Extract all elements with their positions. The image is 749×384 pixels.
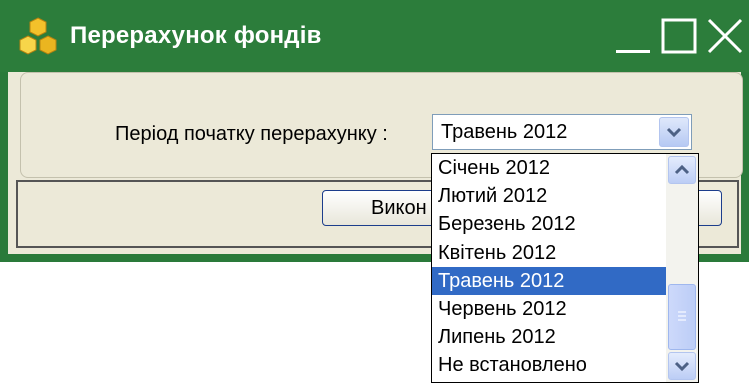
combo-selected-value: Травень 2012 (441, 121, 568, 143)
list-item[interactable]: Червень 2012 (432, 295, 666, 323)
list-item[interactable]: Не встановлено (432, 351, 666, 379)
chevron-up-icon (674, 164, 690, 175)
list-item[interactable]: Березень 2012 (432, 210, 666, 238)
dropdown-items: Січень 2012 Лютий 2012 Березень 2012 Кві… (432, 154, 666, 380)
scroll-down-button[interactable] (668, 352, 696, 380)
dropdown-scrollbar[interactable] (666, 154, 698, 382)
scroll-thumb[interactable] (668, 284, 696, 350)
list-item[interactable]: Січень 2012 (432, 154, 666, 182)
maximize-icon[interactable] (658, 14, 700, 58)
period-combobox[interactable]: Травень 2012 (432, 114, 692, 150)
honeycomb-icon (19, 17, 57, 55)
list-item-selected[interactable]: Травень 2012 (432, 266, 666, 295)
window-title: Перерахунок фондів (70, 22, 322, 49)
chevron-down-icon (666, 127, 682, 138)
chevron-down-icon (674, 361, 690, 372)
scroll-up-button[interactable] (668, 156, 696, 184)
list-item[interactable]: Квітень 2012 (432, 239, 666, 267)
period-dropdown-list[interactable]: Січень 2012 Лютий 2012 Березень 2012 Кві… (431, 153, 699, 383)
list-item[interactable]: Лютий 2012 (432, 182, 666, 210)
title-bar[interactable]: Перерахунок фондів (0, 0, 749, 72)
grip-icon (678, 311, 686, 321)
minimize-icon[interactable] (612, 14, 654, 58)
list-item[interactable]: Липень 2012 (432, 323, 666, 351)
combo-dropdown-button[interactable] (659, 117, 689, 147)
period-label: Період початку перерахунку : (115, 123, 388, 145)
close-icon[interactable] (704, 14, 746, 58)
